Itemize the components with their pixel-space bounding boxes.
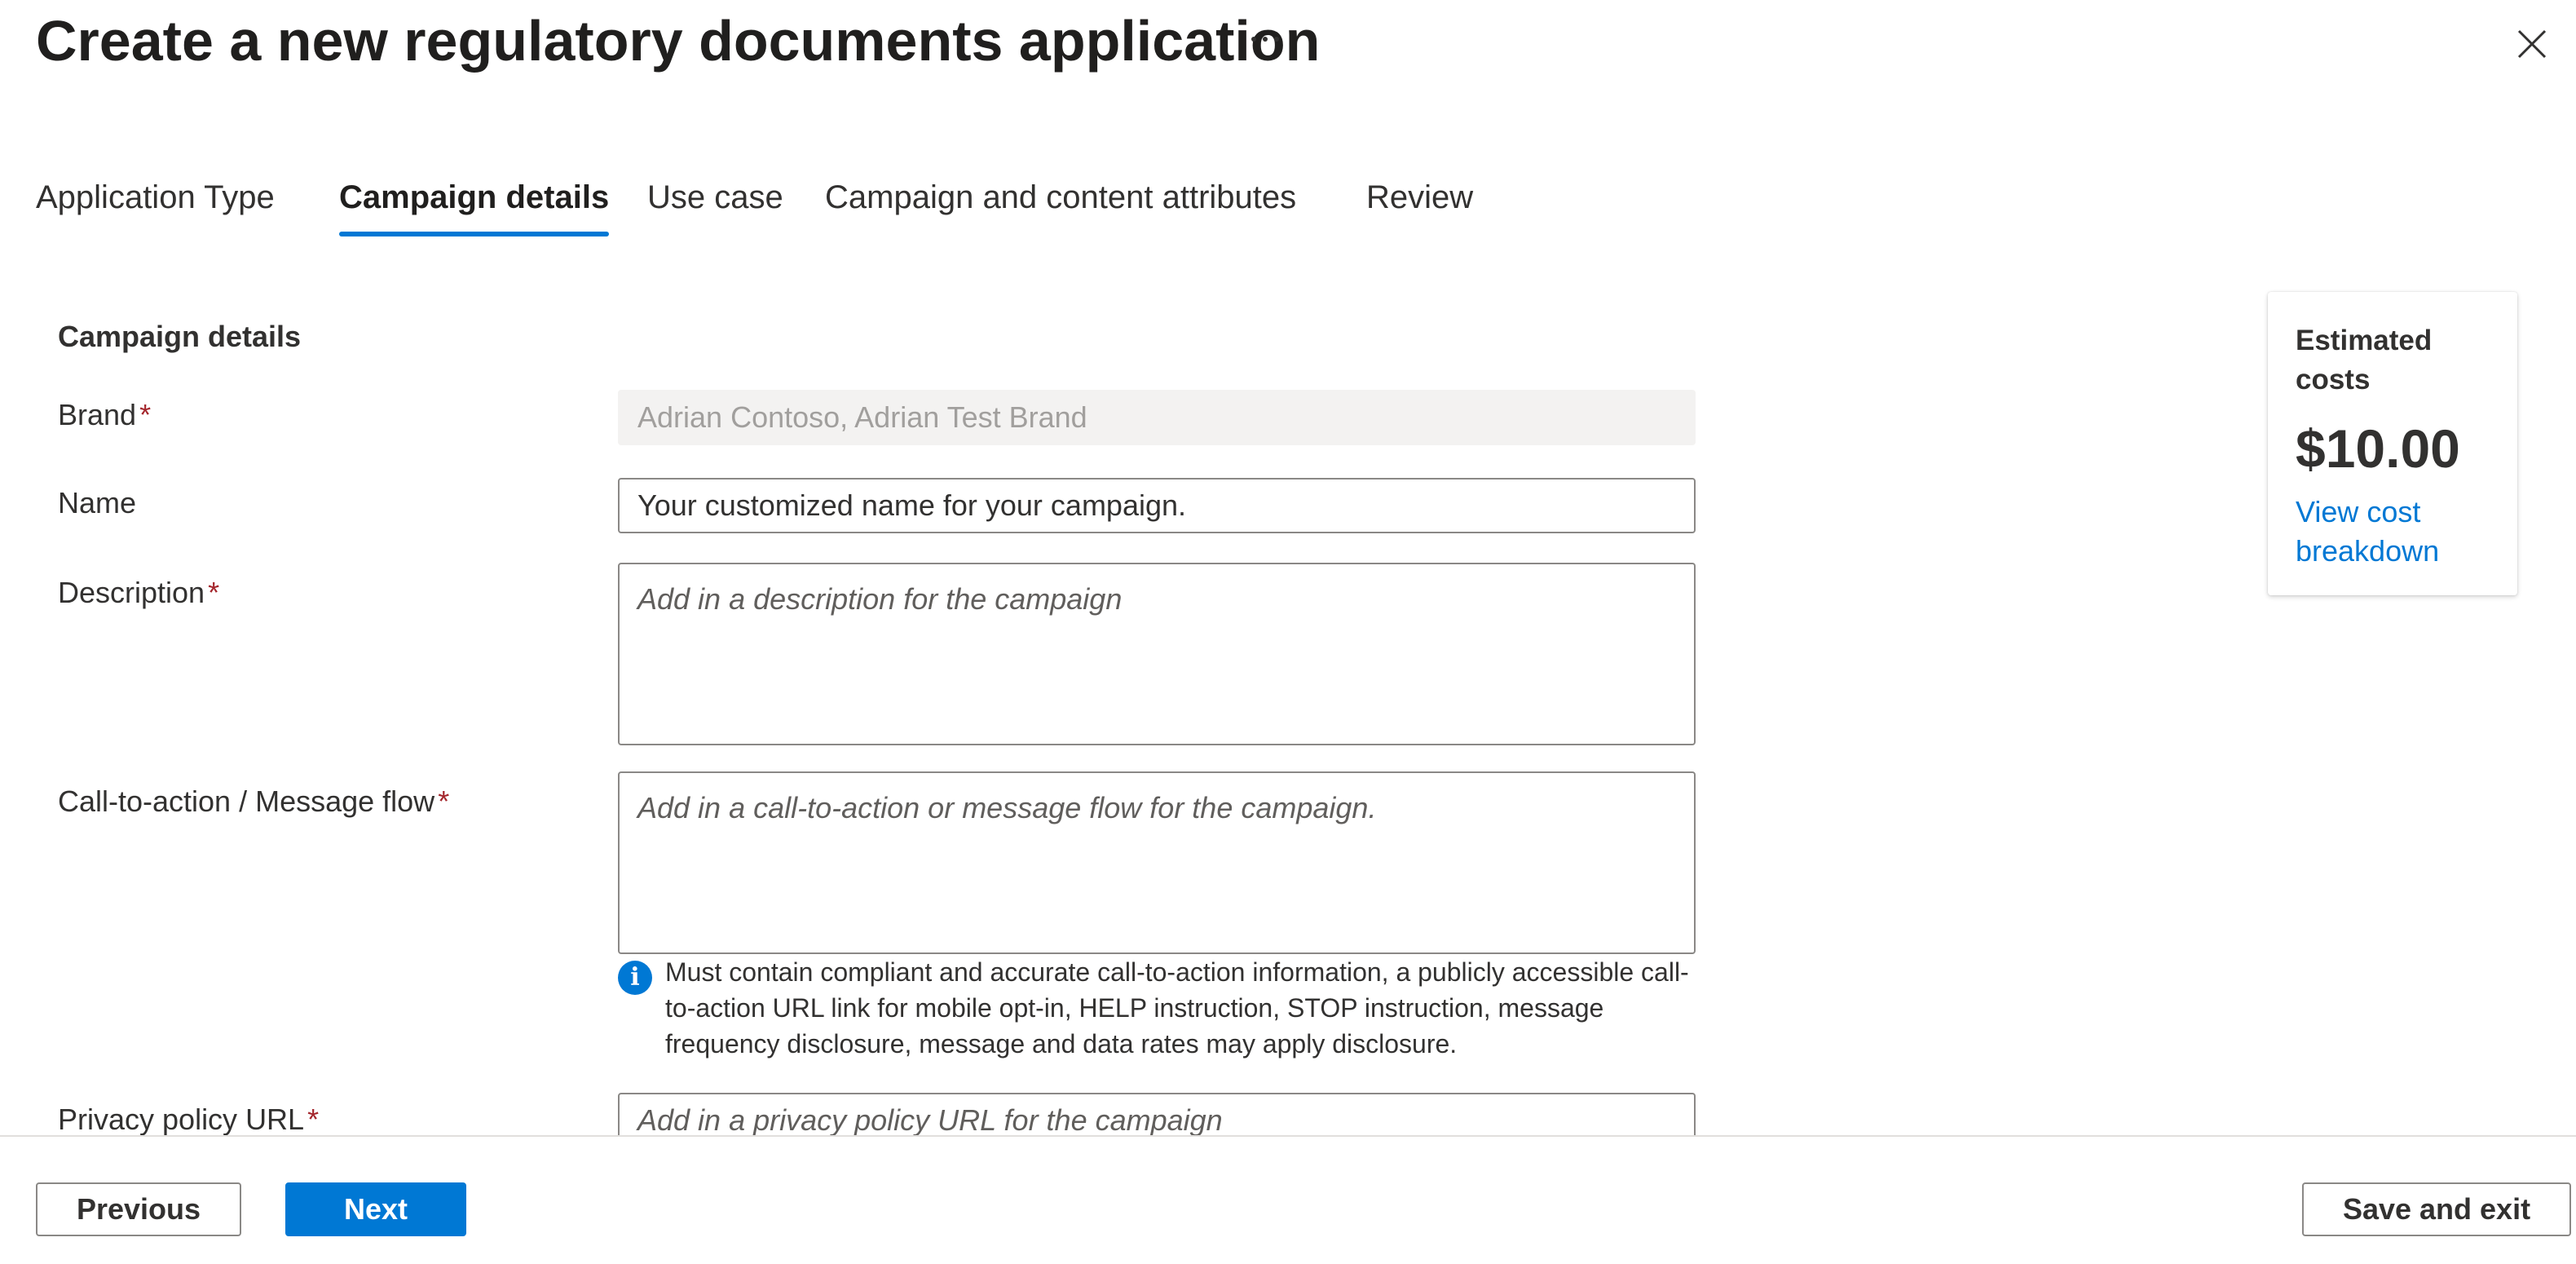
close-button[interactable]	[2512, 24, 2552, 64]
required-marker: *	[438, 784, 450, 818]
brand-label-text: Brand	[58, 398, 137, 431]
description-label-text: Description	[58, 576, 205, 609]
section-title: Campaign details	[58, 320, 302, 353]
page-title: Create a new regulatory documents applic…	[36, 9, 1321, 73]
name-field[interactable]: Your customized name for your campaign.	[618, 478, 1696, 533]
call-to-action-field[interactable]: Add in a call-to-action or message flow …	[618, 771, 1696, 954]
name-label: Name	[58, 486, 136, 520]
name-label-text: Name	[58, 486, 137, 519]
close-icon	[2517, 29, 2547, 59]
call-to-action-label-text: Call-to-action / Message flow	[58, 784, 435, 818]
brand-value: Adrian Contoso, Adrian Test Brand	[637, 400, 1087, 434]
required-marker: *	[139, 398, 152, 431]
save-and-exit-button[interactable]: Save and exit	[2302, 1182, 2571, 1236]
privacy-policy-label: Privacy policy URL *	[58, 1103, 319, 1137]
estimated-costs-card: Estimated costs $10.00 View cost breakdo…	[2268, 292, 2517, 595]
name-value: Your customized name for your campaign.	[637, 488, 1187, 522]
more-icon	[1251, 37, 1279, 42]
tab-use-case[interactable]: Use case	[647, 171, 783, 236]
description-placeholder: Add in a description for the campaign	[637, 582, 1123, 616]
call-to-action-info-text: Must contain compliant and accurate call…	[665, 957, 1689, 1058]
previous-button[interactable]: Previous	[36, 1182, 241, 1236]
description-field[interactable]: Add in a description for the campaign	[618, 563, 1696, 745]
brand-label: Brand *	[58, 398, 151, 432]
info-icon: i	[618, 961, 652, 995]
footer-divider	[0, 1135, 2576, 1137]
tab-campaign-details[interactable]: Campaign details	[339, 171, 610, 236]
tab-application-type[interactable]: Application Type	[36, 171, 275, 236]
call-to-action-placeholder: Add in a call-to-action or message flow …	[637, 791, 1377, 824]
view-cost-breakdown-link[interactable]: View cost breakdown	[2296, 493, 2490, 571]
estimated-costs-amount: $10.00	[2296, 418, 2460, 479]
next-button[interactable]: Next	[285, 1182, 466, 1236]
estimated-costs-title: Estimated costs	[2296, 325, 2433, 396]
privacy-policy-label-text: Privacy policy URL	[58, 1103, 305, 1136]
tab-review[interactable]: Review	[1366, 171, 1473, 236]
call-to-action-label: Call-to-action / Message flow *	[58, 784, 449, 819]
privacy-policy-placeholder: Add in a privacy policy URL for the camp…	[637, 1103, 1223, 1137]
tab-campaign-content-attributes[interactable]: Campaign and content attributes	[825, 171, 1296, 236]
required-marker: *	[307, 1103, 320, 1136]
description-label: Description *	[58, 576, 219, 610]
required-marker: *	[208, 576, 220, 609]
more-options-button[interactable]	[1242, 16, 1288, 62]
brand-field: Adrian Contoso, Adrian Test Brand	[618, 390, 1696, 445]
